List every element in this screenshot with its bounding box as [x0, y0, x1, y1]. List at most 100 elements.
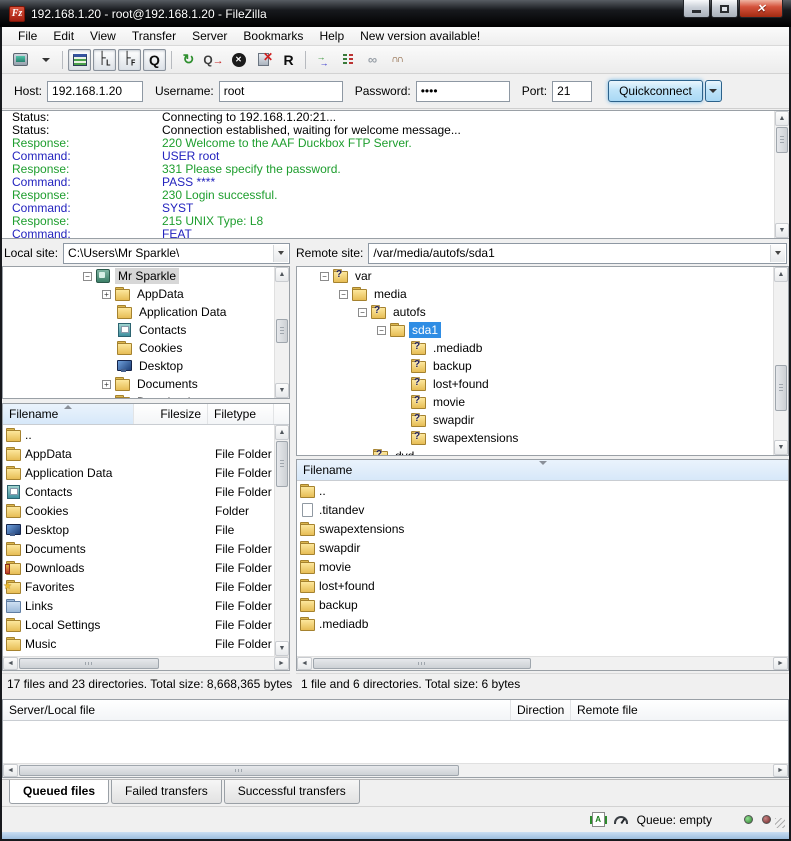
file-row[interactable]: backup	[297, 595, 788, 614]
column-header-filename[interactable]: Filename	[3, 404, 134, 424]
tree-row[interactable]: −media	[297, 285, 773, 303]
combo-dropdown-icon[interactable]	[273, 245, 288, 262]
scroll-up-arrow[interactable]: ▲	[275, 267, 289, 282]
scroll-thumb[interactable]	[313, 658, 531, 669]
tree-row[interactable]: −?autofs	[297, 303, 773, 321]
tree-row[interactable]: −?var	[297, 267, 773, 285]
menu-view[interactable]: View	[82, 27, 124, 45]
username-input[interactable]	[219, 81, 343, 102]
tree-row[interactable]: −Mr Sparkle	[3, 267, 274, 285]
menu-file[interactable]: File	[10, 27, 45, 45]
file-row[interactable]: swapdir	[297, 538, 788, 557]
toggle-local-tree-button[interactable]: ├L	[93, 49, 116, 71]
remote-list-hscrollbar[interactable]: ◄ ►	[297, 656, 788, 670]
disconnect-button[interactable]: ✕	[252, 49, 275, 71]
tree-row[interactable]: ?movie	[297, 393, 773, 411]
scroll-right-arrow[interactable]: ►	[773, 764, 788, 777]
local-list-hscrollbar[interactable]: ◄ ►	[3, 656, 289, 670]
password-input[interactable]	[416, 81, 510, 102]
scroll-up-arrow[interactable]: ▲	[775, 111, 789, 126]
tab-successful-transfers[interactable]: Successful transfers	[224, 780, 360, 804]
file-row[interactable]: Application DataFile Folder	[3, 463, 274, 482]
column-header-direction[interactable]: Direction	[511, 700, 571, 720]
tab-queued-files[interactable]: Queued files	[9, 780, 109, 804]
file-row[interactable]: .titandev	[297, 500, 788, 519]
menu-help[interactable]: Help	[311, 27, 352, 45]
tree-expander-icon[interactable]: +	[102, 380, 111, 389]
file-row[interactable]: lost+found	[297, 576, 788, 595]
scroll-thumb[interactable]	[776, 127, 788, 153]
tree-row[interactable]: +Documents	[3, 375, 274, 393]
tree-row[interactable]: ?backup	[297, 357, 773, 375]
file-row[interactable]: MusicFile Folder	[3, 634, 274, 653]
local-tree-scrollbar[interactable]: ▲ ▼	[274, 267, 289, 398]
scroll-right-arrow[interactable]: ►	[274, 657, 289, 670]
close-button[interactable]: ✕	[739, 0, 783, 18]
local-site-combo[interactable]: C:\Users\Mr Sparkle\	[63, 243, 290, 264]
file-row[interactable]: AppDataFile Folder	[3, 444, 274, 463]
tree-row[interactable]: ?dvd	[297, 447, 773, 456]
quickconnect-button[interactable]: Quickconnect	[608, 80, 703, 102]
file-row[interactable]: .mediadb	[297, 614, 788, 633]
scroll-up-arrow[interactable]: ▲	[275, 425, 289, 440]
combo-dropdown-icon[interactable]	[770, 245, 785, 262]
tree-expander-icon[interactable]: −	[320, 272, 329, 281]
menu-edit[interactable]: Edit	[45, 27, 82, 45]
resize-grip[interactable]	[775, 818, 785, 828]
file-row[interactable]: ★FavoritesFile Folder	[3, 577, 274, 596]
local-list-scrollbar[interactable]: ▲ ▼	[274, 425, 289, 656]
reconnect-button[interactable]: R	[277, 49, 300, 71]
file-row[interactable]: CookiesFolder	[3, 501, 274, 520]
file-row[interactable]: DocumentsFile Folder	[3, 539, 274, 558]
log-scrollbar[interactable]: ▲ ▼	[774, 111, 789, 238]
scroll-left-arrow[interactable]: ◄	[3, 657, 18, 670]
scroll-left-arrow[interactable]: ◄	[3, 764, 18, 777]
quickconnect-dropdown-button[interactable]	[705, 80, 722, 102]
file-row[interactable]: DownloadsFile Folder	[3, 558, 274, 577]
column-header-filetype[interactable]: Filetype	[208, 404, 274, 424]
tree-row[interactable]: −sda1	[297, 321, 773, 339]
process-queue-button[interactable]: Q→	[202, 49, 225, 71]
column-header-remote-file[interactable]: Remote file	[571, 700, 788, 720]
scroll-thumb[interactable]	[19, 658, 159, 669]
toggle-queue-button[interactable]: Q	[143, 49, 166, 71]
toggle-log-button[interactable]	[68, 49, 91, 71]
scroll-down-arrow[interactable]: ▼	[774, 440, 788, 455]
tree-row[interactable]: Cookies	[3, 339, 274, 357]
file-row[interactable]: movie	[297, 557, 788, 576]
remote-site-combo[interactable]: /var/media/autofs/sda1	[368, 243, 787, 264]
refresh-button[interactable]: ↻	[177, 49, 200, 71]
site-manager-button[interactable]	[9, 49, 32, 71]
scroll-thumb[interactable]	[775, 365, 787, 411]
file-row[interactable]: Local SettingsFile Folder	[3, 615, 274, 634]
file-row[interactable]: LinksFile Folder	[3, 596, 274, 615]
minimize-button[interactable]	[683, 0, 710, 18]
tree-row[interactable]: ?swapextensions	[297, 429, 773, 447]
tree-row[interactable]: ?lost+found	[297, 375, 773, 393]
cancel-button[interactable]: ✕	[227, 49, 250, 71]
tree-row[interactable]: +AppData	[3, 285, 274, 303]
tree-row[interactable]: Desktop	[3, 357, 274, 375]
scroll-down-arrow[interactable]: ▼	[275, 383, 289, 398]
menu-bookmarks[interactable]: Bookmarks	[235, 27, 311, 45]
file-row[interactable]: DesktopFile	[3, 520, 274, 539]
tree-row[interactable]: ?swapdir	[297, 411, 773, 429]
scroll-down-arrow[interactable]: ▼	[775, 223, 789, 238]
synchronized-browsing-button[interactable]: ∞	[361, 49, 384, 71]
remote-tree-scrollbar[interactable]: ▲ ▼	[773, 267, 788, 455]
toggle-remote-tree-button[interactable]: ├F	[118, 49, 141, 71]
file-row[interactable]: ..	[297, 481, 788, 500]
file-row[interactable]: ContactsFile Folder	[3, 482, 274, 501]
tree-row[interactable]: Contacts	[3, 321, 274, 339]
column-header-filename[interactable]: Filename	[297, 460, 788, 480]
tree-expander-icon[interactable]: −	[358, 308, 367, 317]
tree-expander-icon[interactable]: +	[102, 290, 111, 299]
menu-server[interactable]: Server	[184, 27, 235, 45]
tree-expander-icon[interactable]: −	[339, 290, 348, 299]
column-header-filesize[interactable]: Filesize	[134, 404, 208, 424]
scroll-thumb[interactable]	[276, 441, 288, 487]
scroll-thumb[interactable]	[19, 765, 459, 776]
port-input[interactable]	[552, 81, 592, 102]
file-row[interactable]: swapextensions	[297, 519, 788, 538]
tree-expander-icon[interactable]: +	[102, 398, 111, 400]
